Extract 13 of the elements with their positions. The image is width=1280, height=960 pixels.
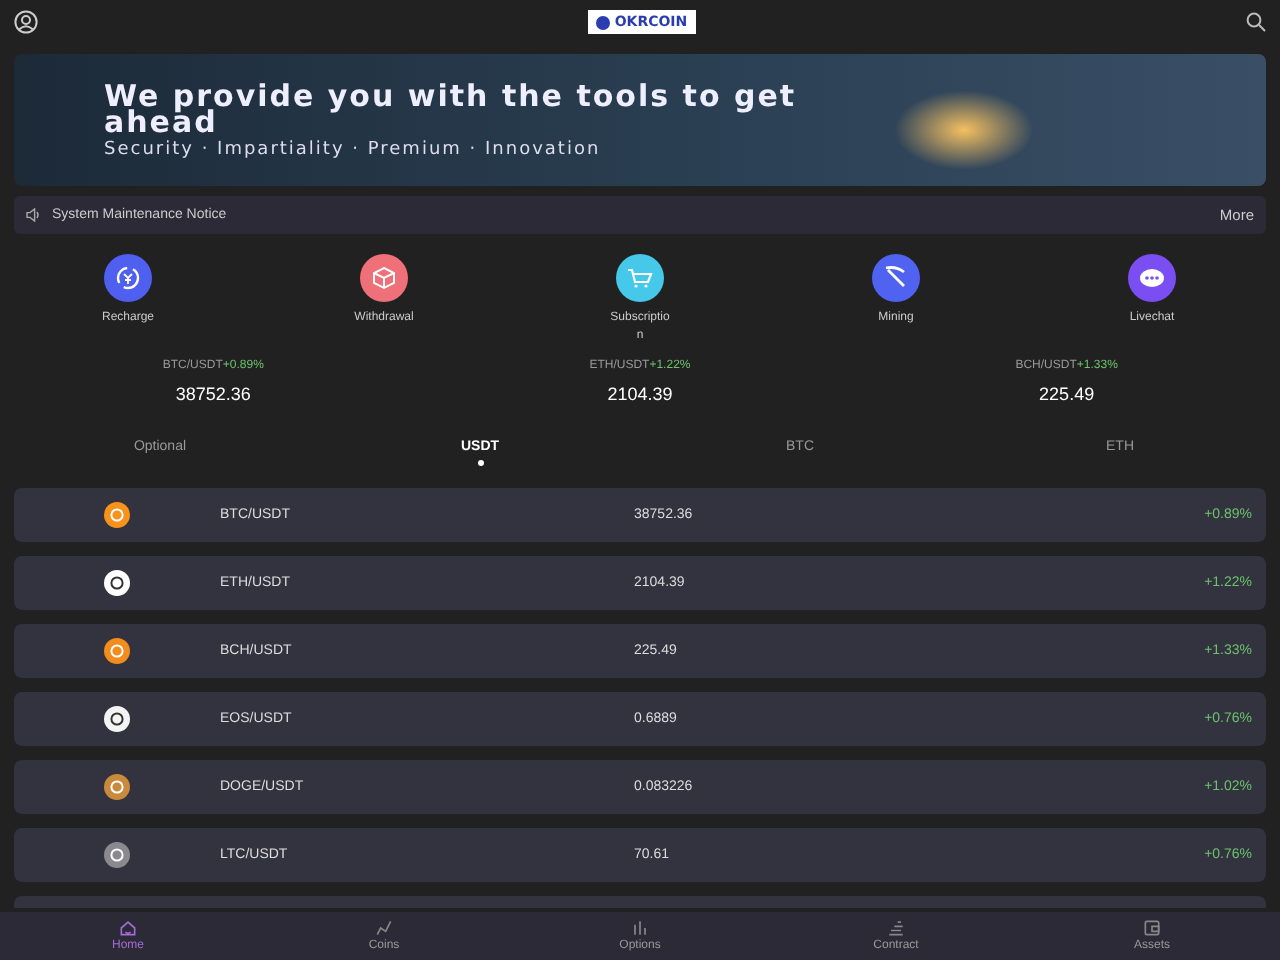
tab-icon xyxy=(630,918,650,938)
tab-icon xyxy=(117,918,138,938)
profile-icon[interactable] xyxy=(14,10,38,34)
banner-tagline: Security · Impartiality · Premium · Innovation xyxy=(104,140,603,160)
ticker-price: 38752.36 xyxy=(175,384,251,404)
banner-headline: We provide you with the tools to get ahead xyxy=(104,84,799,136)
tab-icon xyxy=(886,918,906,938)
search-icon[interactable] xyxy=(1245,12,1266,32)
ticker-price: 225.49 xyxy=(1039,384,1095,404)
speaker-icon xyxy=(26,208,42,222)
tab-icon xyxy=(374,918,394,938)
tab-icon xyxy=(1141,918,1162,938)
ticker-price: 2104.39 xyxy=(607,384,673,404)
